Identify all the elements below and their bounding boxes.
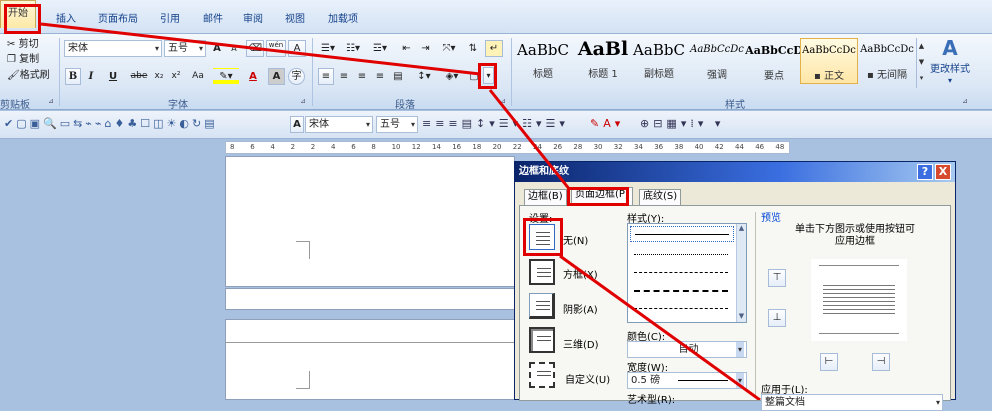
arrow-line [488,89,572,191]
annotation-arrows [40,22,761,400]
arrow-line [559,254,761,400]
arrow-line [40,22,481,76]
